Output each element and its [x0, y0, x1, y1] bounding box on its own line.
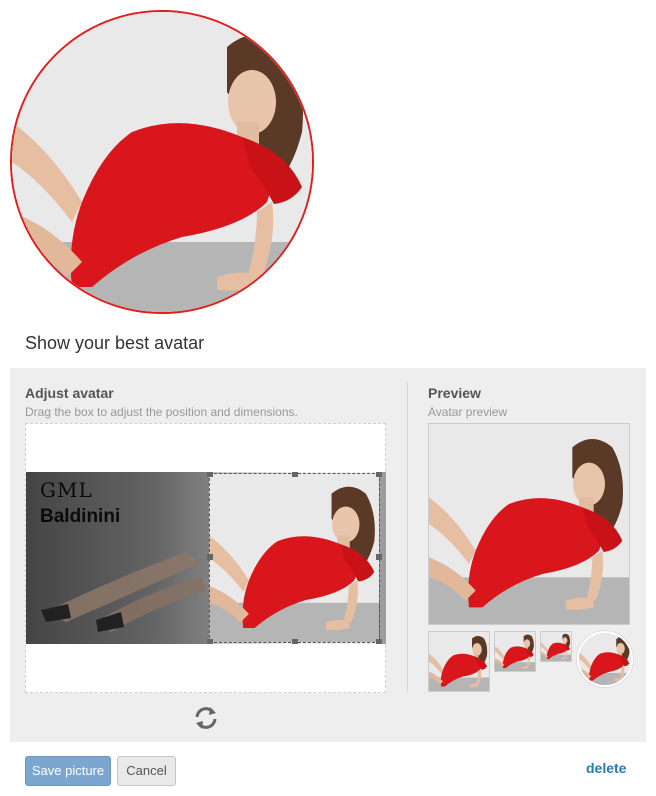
source-image: GML Baldinini — [26, 472, 386, 644]
delete-link[interactable]: delete — [586, 760, 626, 776]
preview-thumb-medium — [428, 631, 490, 692]
panel-divider — [407, 382, 408, 692]
crop-mask-left — [26, 472, 209, 644]
avatar-editor-panel: Adjust avatar Drag the box to adjust the… — [10, 368, 646, 742]
crop-handle-se[interactable] — [376, 639, 382, 644]
save-picture-button[interactable]: Save picture — [25, 756, 111, 786]
preview-large — [428, 423, 630, 625]
preview-thumb-round — [577, 631, 633, 687]
crop-handle-w[interactable] — [207, 554, 213, 560]
crop-handle-n[interactable] — [292, 472, 298, 477]
crop-selection-box[interactable] — [207, 472, 382, 644]
preview-heading: Preview — [428, 385, 481, 401]
crop-area[interactable]: GML Baldinini — [25, 423, 386, 693]
crop-handle-s[interactable] — [292, 639, 298, 644]
crop-handle-e[interactable] — [376, 554, 382, 560]
crop-handle-nw[interactable] — [207, 472, 213, 477]
section-title: Show your best avatar — [25, 333, 205, 353]
cancel-button[interactable]: Cancel — [117, 756, 176, 786]
avatar-photo — [12, 12, 312, 312]
crop-handle-sw[interactable] — [207, 639, 213, 644]
adjust-instructions: Drag the box to adjust the position and … — [25, 405, 298, 419]
preview-subheading: Avatar preview — [428, 405, 508, 419]
current-avatar — [10, 10, 314, 314]
adjust-heading: Adjust avatar — [25, 385, 114, 401]
preview-thumb-small — [494, 631, 536, 672]
rotate-icon[interactable] — [192, 704, 220, 732]
crop-handle-ne[interactable] — [376, 472, 382, 477]
preview-thumb-tiny — [540, 631, 572, 662]
